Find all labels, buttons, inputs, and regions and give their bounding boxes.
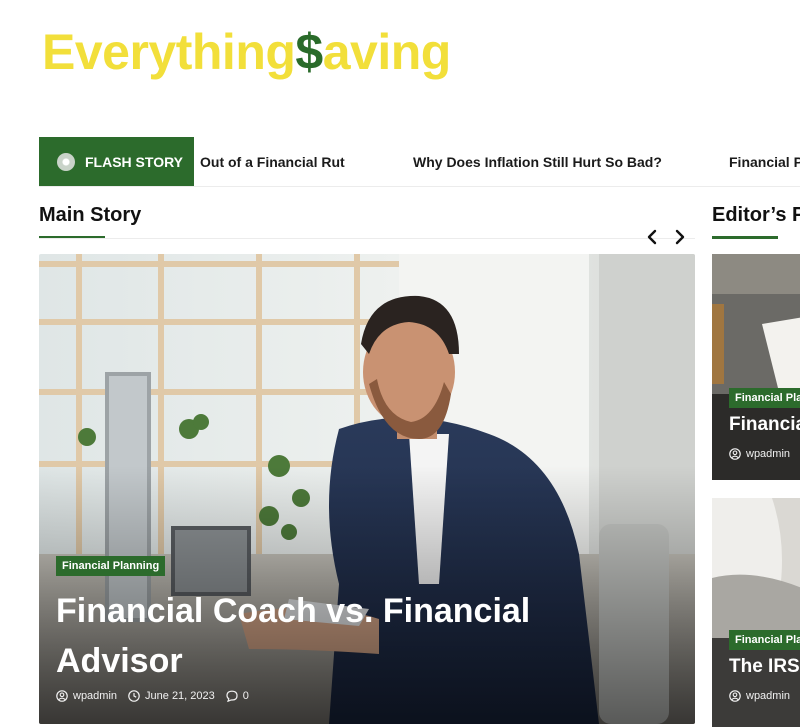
editors-pick-author-2[interactable]: wpadmin [746, 690, 790, 702]
editors-pick-image-1 [712, 254, 800, 480]
flash-story-ticker: FLASH STORY Out of a Financial Rut Why D… [39, 137, 800, 187]
main-story-heading: Main Story [39, 204, 142, 226]
editors-pick-card-2[interactable]: Financial Pla The IRS s wpadmin [712, 498, 800, 727]
flash-story-label-text: FLASH STORY [85, 154, 184, 170]
editors-pick-meta-1: wpadmin [729, 448, 790, 460]
main-story-title[interactable]: Financial Coach vs. Financial Advisor [56, 586, 596, 686]
main-story-comments-count[interactable]: 0 [243, 690, 249, 702]
editors-pick-author-1[interactable]: wpadmin [746, 448, 790, 460]
editors-pick-card-1[interactable]: Financial Pla Financia wpadmin [712, 254, 800, 480]
chevron-right-icon[interactable] [670, 226, 690, 248]
ticker-item-1[interactable]: Out of a Financial Rut [200, 137, 345, 186]
main-story-meta: wpadmin June 21, 2023 0 [56, 690, 249, 702]
logo-text-part1: Everything [42, 24, 296, 80]
author-icon [729, 448, 741, 460]
main-story-author[interactable]: wpadmin [73, 690, 117, 702]
editors-pick-title-1[interactable]: Financia [729, 414, 800, 436]
site-logo[interactable]: Everything$aving [42, 24, 451, 80]
editors-picks-heading: Editor’s P [712, 204, 800, 226]
ticker-item-2[interactable]: Why Does Inflation Still Hurt So Bad? [413, 137, 662, 186]
editors-pick-category-2[interactable]: Financial Pla [729, 630, 800, 650]
clock-icon [128, 690, 140, 702]
flash-story-label: FLASH STORY [39, 137, 194, 186]
editors-picks-heading-rule [712, 236, 778, 239]
comment-icon [226, 690, 238, 702]
editors-pick-title-2[interactable]: The IRS s [729, 656, 800, 678]
editors-pick-meta-2: wpadmin [729, 690, 790, 702]
author-icon [729, 690, 741, 702]
logo-dollar-sign: $ [295, 24, 323, 80]
ticker-item-3[interactable]: Financial P [729, 137, 800, 186]
flash-dot-icon [57, 153, 75, 171]
logo-text-part2: aving [322, 24, 452, 80]
editors-pick-category-1[interactable]: Financial Pla [729, 388, 800, 408]
main-story-date: June 21, 2023 [145, 690, 215, 702]
chevron-left-icon[interactable] [642, 226, 662, 248]
main-story-heading-line [39, 238, 695, 239]
main-story-category-badge[interactable]: Financial Planning [56, 556, 166, 576]
author-icon [56, 690, 68, 702]
main-story-card[interactable]: Financial Planning Financial Coach vs. F… [39, 254, 695, 724]
